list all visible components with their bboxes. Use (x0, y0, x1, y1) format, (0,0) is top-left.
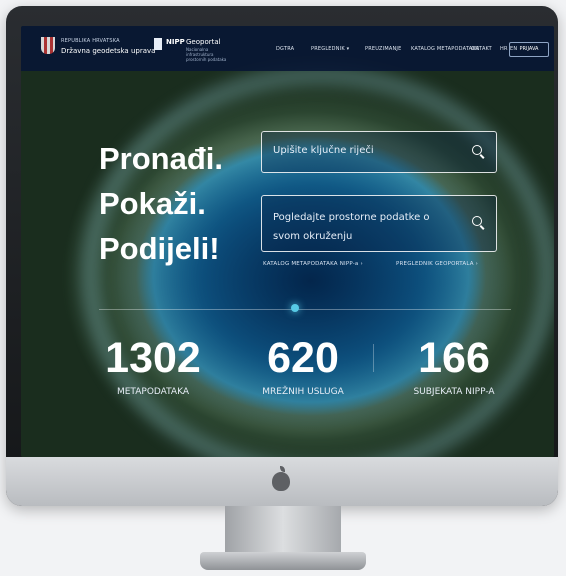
hero-line-show: Pokaži. (99, 186, 206, 221)
search-icon[interactable] (472, 145, 485, 159)
hero-headline: Pronađi. Pokaži. Podijeli! (99, 136, 223, 271)
monitor-stand-foot (200, 552, 366, 570)
nav-item-dgtra[interactable]: DGTRA (276, 46, 294, 52)
org-name: Državna geodetska uprava (61, 47, 156, 55)
catalog-link[interactable]: KATALOG METAPODATAKA NIPP-a › (263, 261, 363, 267)
stat-subjects: 166 SUBJEKATA NIPP-A (384, 334, 524, 397)
monitor-stand-neck (225, 506, 341, 554)
area-search-placeholder: Pogledajte prostorne podatke o svom okru… (273, 212, 430, 242)
hero-line-find: Pronađi. (99, 141, 224, 176)
location-marker-icon (291, 304, 299, 312)
portal-abbr: NIPP (166, 38, 185, 46)
area-search-input[interactable]: Pogledajte prostorne podatke o svom okru… (261, 195, 497, 252)
apple-icon (272, 466, 290, 491)
keyword-search-placeholder: Upišite ključne riječi (273, 145, 374, 156)
top-navigation-bar: REPUBLIKA HRVATSKA Državna geodetska upr… (21, 26, 554, 71)
stat-label: MREŽNIH USLUGA (262, 387, 344, 397)
geoportal-mark-icon (154, 38, 162, 50)
viewer-link[interactable]: PREGLEDNIK GEOPORTALA › (396, 261, 478, 267)
org-country: REPUBLIKA HRVATSKA (61, 38, 120, 44)
monitor-frame: REPUBLIKA HRVATSKA Državna geodetska upr… (6, 6, 558, 506)
nav-item-catalog[interactable]: KATALOG METAPODATAKA (411, 46, 479, 52)
nav-lang-hr[interactable]: HR (500, 46, 508, 52)
keyword-search-input[interactable]: Upišite ključne riječi (261, 131, 497, 173)
monitor-chin (6, 457, 558, 506)
login-button[interactable]: PRIJAVA (509, 42, 549, 57)
nav-item-viewer[interactable]: PREGLEDNIK ▾ (311, 46, 349, 52)
website-screen: REPUBLIKA HRVATSKA Državna geodetska upr… (21, 26, 554, 457)
coat-of-arms-icon (41, 37, 55, 54)
section-divider (99, 309, 511, 310)
nav-item-contact[interactable]: ONTAKT (471, 46, 492, 52)
search-icon[interactable] (472, 216, 485, 230)
stat-value: 166 (418, 334, 490, 382)
nav-item-download[interactable]: PREUZIMANJE (365, 46, 401, 52)
stat-services: 620 MREŽNIH USLUGA (238, 334, 368, 397)
stat-metadata: 1302 METAPODATAKA (93, 334, 213, 397)
stat-value: 620 (267, 334, 339, 382)
hero-line-share: Podijeli! (99, 231, 220, 266)
portal-name: Geoportal (186, 38, 221, 46)
stat-separator (373, 344, 374, 372)
stat-label: METAPODATAKA (116, 387, 189, 397)
stat-label: SUBJEKATA NIPP-A (413, 387, 495, 397)
stat-value: 1302 (105, 334, 201, 382)
portal-subtitle: Nacionalna infrastruktura prostornih pod… (186, 47, 227, 62)
